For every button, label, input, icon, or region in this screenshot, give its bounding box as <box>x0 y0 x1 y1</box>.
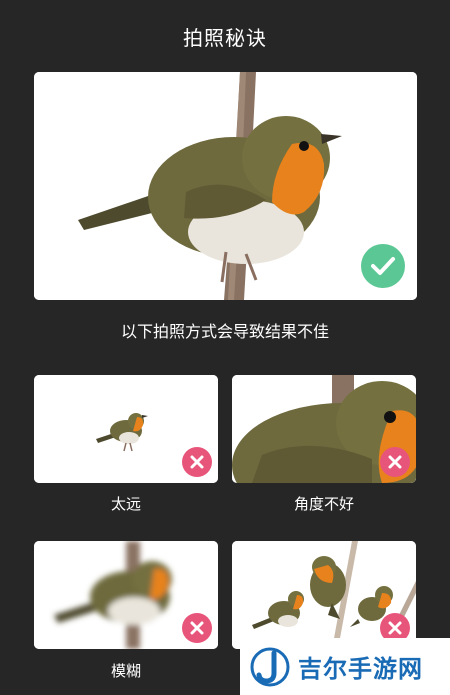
check-icon <box>361 244 405 288</box>
watermark: 吉尔手游网 <box>240 638 450 695</box>
bad-example-blurry <box>34 541 218 649</box>
page-title: 拍照秘诀 <box>183 26 267 50</box>
good-example-photo <box>34 72 417 300</box>
bad-example-bad-angle <box>232 375 416 483</box>
robin-photo-good <box>34 72 417 300</box>
caption-bad-angle: 角度不好 <box>293 495 354 513</box>
j-logo-icon <box>250 647 290 686</box>
bad-example-multiple <box>232 541 416 649</box>
close-icon <box>380 447 410 477</box>
close-icon <box>182 613 212 643</box>
bad-example-too-far <box>34 375 218 483</box>
close-icon <box>182 447 212 477</box>
caption-too-far: 太远 <box>110 495 141 513</box>
watermark-text: 吉尔手游网 <box>298 655 423 683</box>
poor-results-notice: 以下拍照方式会导致结果不佳 <box>120 322 329 341</box>
caption-blurry: 模糊 <box>110 662 141 680</box>
